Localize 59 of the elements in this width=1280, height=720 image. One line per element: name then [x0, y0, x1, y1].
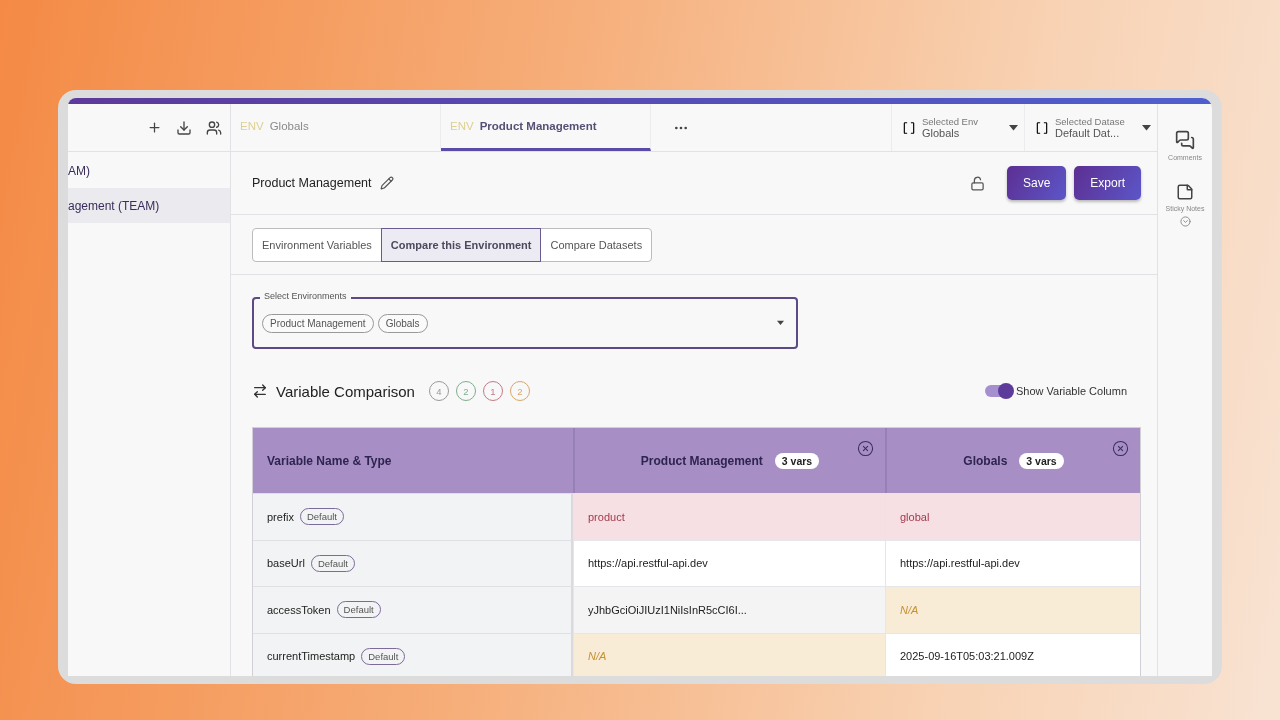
- vars-count: 3 vars: [1019, 452, 1064, 469]
- caret-icon: [1009, 124, 1018, 131]
- section-title: Variable Comparison: [276, 382, 415, 400]
- tab-label: Globals: [269, 120, 309, 132]
- selector-dropdown[interactable]: Selected Env Globals: [891, 104, 1024, 151]
- environment-chip[interactable]: Product Management: [262, 313, 374, 333]
- value-cell: global: [885, 493, 1140, 540]
- toggle-switch[interactable]: [984, 385, 1013, 397]
- lock-icon[interactable]: [969, 175, 985, 191]
- environment-tab[interactable]: ENV Product Management: [441, 104, 651, 151]
- tab-prefix: ENV: [240, 120, 264, 132]
- column-title: Globals: [963, 453, 1008, 468]
- action-button[interactable]: Export: [1074, 166, 1141, 200]
- variable-name: accessToken: [267, 603, 331, 616]
- action-button[interactable]: Save: [1006, 166, 1067, 200]
- expand-icon[interactable]: [1179, 216, 1191, 227]
- add-icon[interactable]: [147, 120, 162, 135]
- value-cell: yJhbGciOiJIUzI1NiIsInR5cCI6I...: [573, 586, 885, 633]
- variable-name: currentTimestamp: [267, 650, 356, 663]
- value-cell: https://api.restful-api.dev: [573, 539, 885, 586]
- column-title: Product Management: [640, 453, 763, 468]
- compare-icon: [252, 383, 268, 399]
- field-label: Select Environments: [260, 291, 351, 301]
- selector-dropdown[interactable]: Selected Datase Default Dat...: [1024, 104, 1157, 151]
- value-cell: N/A: [573, 632, 885, 676]
- tab-prefix: ENV: [450, 120, 474, 132]
- selector-value: Globals: [922, 127, 961, 139]
- value-cell: 2025-09-16T05:03:21.009Z: [885, 632, 1140, 676]
- edit-icon[interactable]: [379, 176, 394, 190]
- sidebar-item[interactable]: AM): [68, 153, 230, 188]
- column-title: Variable Name & Type: [267, 453, 392, 468]
- value-cell: N/A: [885, 586, 1140, 633]
- sidebar-item[interactable]: agement (TEAM): [68, 188, 230, 223]
- value-cell: product: [573, 493, 885, 540]
- environment-title: Product Management: [252, 176, 372, 190]
- view-tab[interactable]: Compare Datasets: [540, 228, 653, 262]
- close-icon[interactable]: [857, 440, 874, 457]
- variable-name: prefix: [267, 510, 294, 523]
- view-tab[interactable]: Environment Variables: [252, 228, 382, 262]
- selector-label: Selected Env: [922, 116, 979, 127]
- brackets-icon: [1035, 120, 1049, 135]
- toggle-label: Show Variable Column: [1015, 385, 1127, 397]
- tab-label: Product Management: [479, 120, 597, 132]
- comments-icon[interactable]: [1175, 130, 1195, 150]
- download-icon[interactable]: [176, 119, 192, 136]
- close-icon[interactable]: [1112, 440, 1129, 457]
- environment-select-field[interactable]: Select Environments Product Management Globals: [252, 289, 798, 349]
- environment-chip[interactable]: Globals: [377, 313, 428, 333]
- note-icon[interactable]: [1176, 183, 1194, 201]
- caret-icon: [1142, 124, 1151, 131]
- brackets-icon: [902, 120, 916, 135]
- selector-value: Default Dat...: [1055, 127, 1121, 139]
- vars-count: 3 vars: [774, 452, 820, 469]
- value-cell: https://api.restful-api.dev: [885, 539, 1140, 586]
- view-tab[interactable]: Compare this Environment: [380, 228, 542, 262]
- caret-icon: [777, 320, 784, 326]
- selector-label: Selected Datase: [1055, 116, 1126, 127]
- people-icon[interactable]: [206, 119, 222, 136]
- variable-name: baseUrl: [267, 557, 305, 570]
